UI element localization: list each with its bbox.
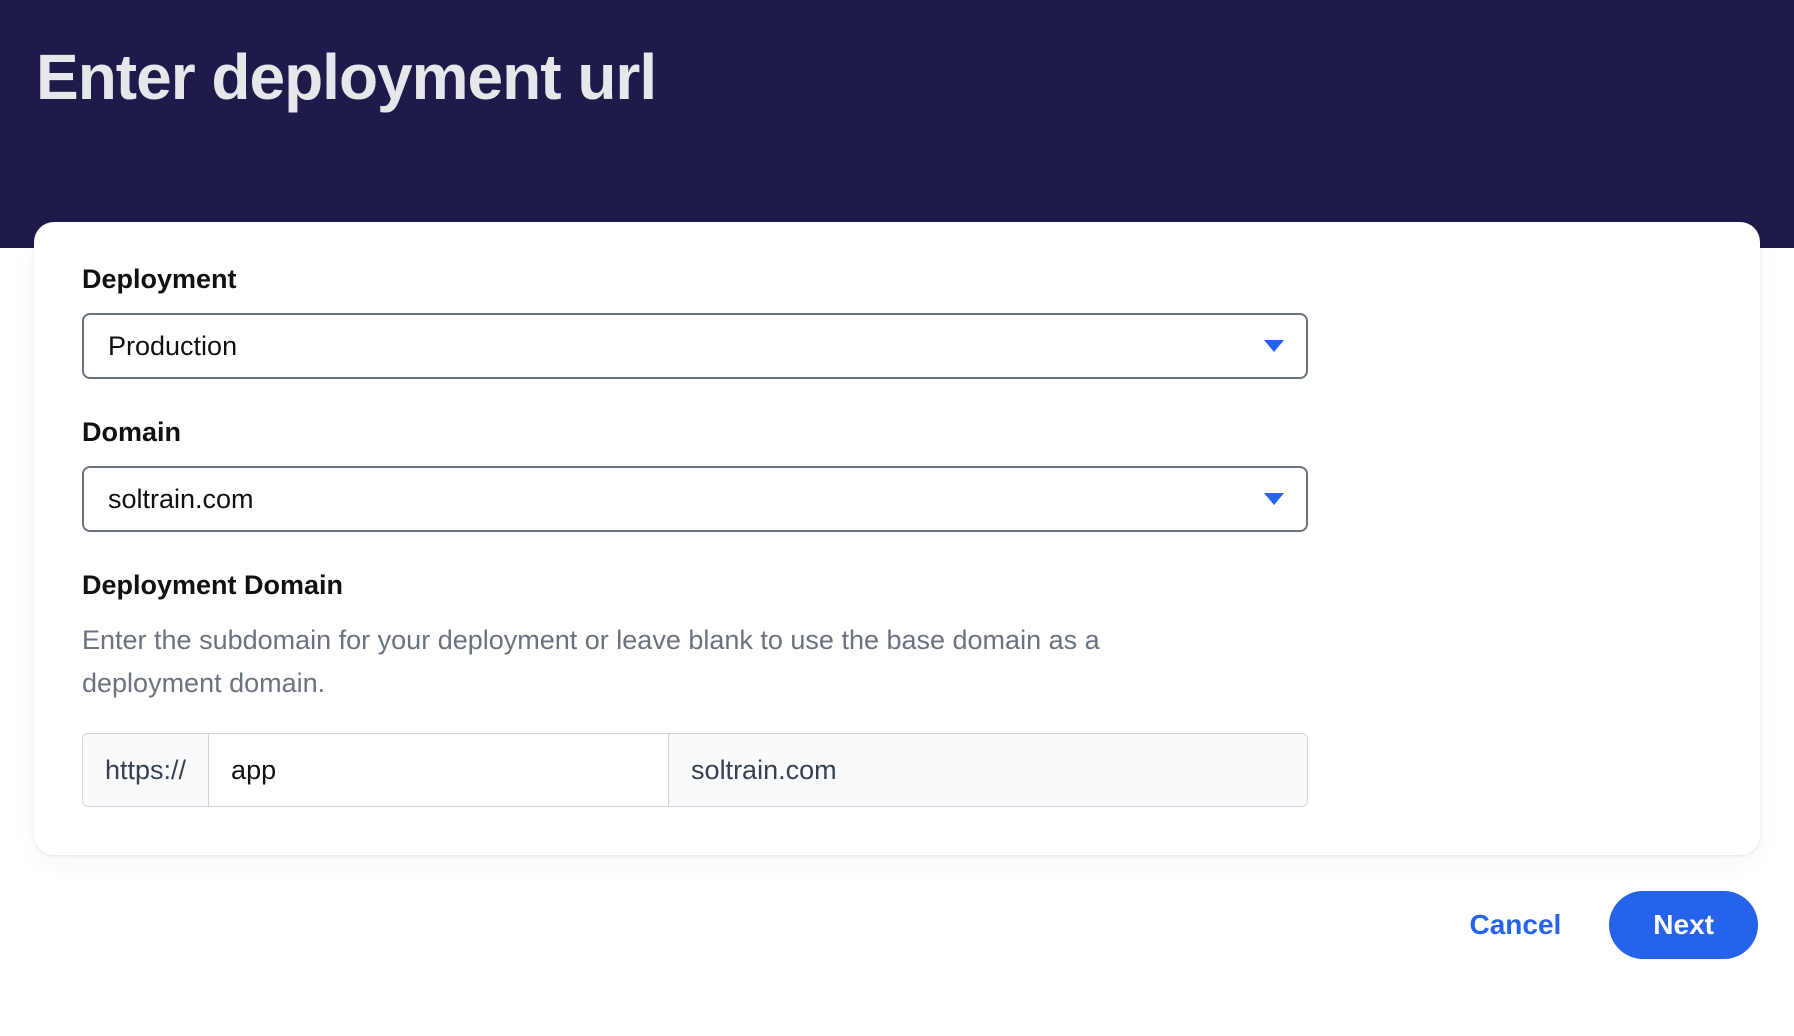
url-prefix: https:// <box>83 734 209 806</box>
domain-select-value: soltrain.com <box>82 466 1308 532</box>
footer: Cancel Next <box>0 855 1794 959</box>
deployment-domain-label: Deployment Domain <box>82 570 1712 601</box>
url-input-group: https:// soltrain.com <box>82 733 1308 807</box>
deployment-select[interactable]: Production <box>82 313 1308 379</box>
subdomain-input[interactable] <box>209 734 669 806</box>
domain-select[interactable]: soltrain.com <box>82 466 1308 532</box>
page-title: Enter deployment url <box>36 40 1758 114</box>
deployment-domain-help: Enter the subdomain for your deployment … <box>82 619 1182 705</box>
deployment-domain-group: Deployment Domain Enter the subdomain fo… <box>82 570 1712 807</box>
header: Enter deployment url <box>0 0 1794 248</box>
deployment-label: Deployment <box>82 264 1712 295</box>
form-card: Deployment Production Domain soltrain.co… <box>34 222 1760 855</box>
deployment-group: Deployment Production <box>82 264 1712 379</box>
domain-group: Domain soltrain.com <box>82 417 1712 532</box>
domain-label: Domain <box>82 417 1712 448</box>
cancel-button[interactable]: Cancel <box>1469 909 1561 941</box>
url-suffix: soltrain.com <box>669 734 1307 806</box>
deployment-select-value: Production <box>82 313 1308 379</box>
next-button[interactable]: Next <box>1609 891 1758 959</box>
